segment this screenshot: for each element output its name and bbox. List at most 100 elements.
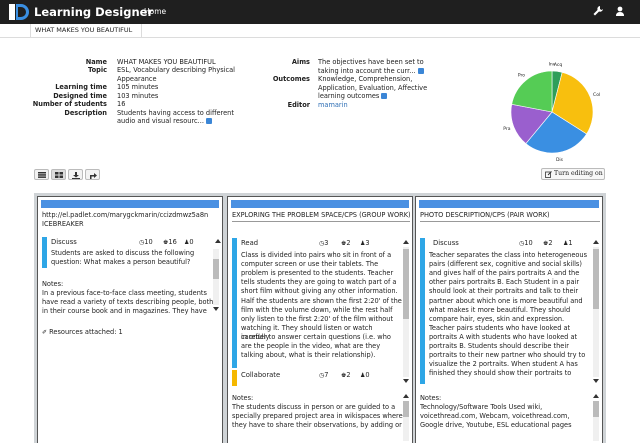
notes-line: have read a variety of texts describing … [42, 297, 214, 306]
activity-people: 1 [568, 239, 573, 247]
tab-divider [0, 37, 640, 38]
activity-text-line: Half the students are shown the first 2:… [241, 296, 402, 305]
column-1-scrollbar[interactable] [213, 249, 219, 305]
aims-value-1: The objectives have been set to [318, 58, 424, 66]
activity-card-discuss[interactable]: Discuss ◷10 ♚16 ♟0 Students are asked to… [42, 237, 221, 268]
aims-value-2: taking into account the curr... [318, 66, 416, 75]
column-3-color-bar [419, 200, 599, 208]
scroll-up-icon[interactable] [215, 239, 221, 243]
notes-scrollbar[interactable] [403, 401, 409, 441]
scroll-down-icon[interactable] [593, 379, 599, 383]
tab-design[interactable]: WHAT MAKES YOU BEAUTIFUL [30, 24, 142, 38]
column-3-scrollbar[interactable] [593, 247, 599, 377]
pie-chart-svg: AcqColDisPraProInv [503, 62, 600, 163]
activity-text-line: question: What makes a person beautiful? [51, 258, 191, 266]
notes-line: they have to share their observations, b… [232, 421, 402, 430]
nav-home-link[interactable]: Home [144, 7, 166, 16]
notes-scrollbar[interactable] [593, 401, 599, 441]
scroll-up-icon[interactable] [593, 240, 599, 244]
title-divider [232, 221, 410, 222]
activity-name: Discuss [433, 239, 459, 247]
activity-time: 10 [524, 239, 533, 247]
notes-line: Google drive, Youtube, ESL educational p… [420, 421, 572, 430]
activity-group-size: 2 [346, 371, 351, 379]
pie-label-dis: Dis [556, 157, 564, 163]
expand-outcomes-icon[interactable] [381, 93, 388, 99]
column-1-title-1[interactable]: http://el.padlet.com/marygckmarin/ccizdm… [42, 211, 208, 220]
notes-scroll-up-icon[interactable] [593, 394, 599, 398]
activity-text-line: short film without giving any other info… [241, 287, 398, 296]
tla-column-1: http://el.padlet.com/marygckmarin/ccizdm… [37, 196, 223, 443]
activity-time: 10 [144, 238, 153, 246]
activity-name: Collaborate [241, 371, 281, 379]
column-3-title[interactable]: PHOTO DESCRIPTION/CPS (PAIR WORK) [420, 211, 550, 220]
expand-aims-icon[interactable] [417, 67, 424, 74]
learning-time-label: Learning time [55, 83, 107, 91]
column-2-color-bar [231, 200, 409, 208]
share-button[interactable] [85, 169, 100, 180]
name-label: Name [85, 58, 107, 66]
resources-row[interactable]: ✐ Resources attached: 1 [42, 328, 123, 337]
paperclip-icon: ✐ [42, 329, 48, 336]
students-label: Number of students [32, 100, 107, 108]
activity-group-size: 2 [346, 239, 351, 247]
learning-designer-logo-icon[interactable] [8, 3, 30, 21]
activity-card-read[interactable]: Read ◷3 ♚2 ♟3 Class is divided into pair… [232, 238, 402, 368]
user-icon[interactable] [614, 5, 626, 17]
description-value-1: Students having access to different [117, 108, 234, 117]
share-icon [90, 173, 97, 179]
activity-group-size: 2 [548, 239, 553, 247]
column-2-title[interactable]: EXPLORING THE PROBLEM SPACE/CPS (GROUP W… [232, 211, 411, 220]
column-1-color-bar [41, 200, 219, 208]
editor-label: Editor [287, 100, 310, 109]
expand-description-icon[interactable] [205, 118, 212, 124]
notes-line: in their course book and in magazines. T… [42, 306, 207, 315]
activity-text-line: portraits A with students who have looke… [429, 332, 578, 341]
editor-link[interactable]: mamarin [318, 101, 348, 110]
activity-card-discuss[interactable]: Discuss ◷10 ♚2 ♟1 Teacher separates the … [420, 238, 592, 384]
activity-text-line: talking about, what is their relationshi… [241, 351, 376, 360]
designed-time-label: Designed time [53, 91, 107, 100]
list-icon [38, 172, 46, 178]
column-1-title-2[interactable]: ICEBREAKER [42, 220, 84, 229]
activity-people: 0 [189, 238, 194, 246]
activity-card-collaborate[interactable]: Collaborate ◷7 ♚2 ♟0 [232, 370, 402, 386]
notes-line: In a previous face-to-face class meeting… [42, 288, 207, 297]
notes-label: Notes: [232, 394, 254, 402]
turn-editing-button[interactable]: Turn editing on [541, 168, 605, 180]
scroll-down-icon[interactable] [403, 379, 409, 383]
tla-column-3: PHOTO DESCRIPTION/CPS (PAIR WORK) Discus… [415, 196, 603, 443]
activity-text-line: should look at their portraits and talk … [429, 287, 579, 296]
activity-text-line: visualize the 2 portraits. When student … [429, 360, 578, 369]
pie-label-pra: Pra [503, 126, 510, 132]
activity-time: 7 [324, 371, 329, 379]
resources-label: Resources attached: 1 [49, 328, 123, 336]
download-icon [72, 172, 80, 179]
activity-text-line: partner about which one is more beautifu… [429, 296, 583, 305]
activity-time: 3 [324, 239, 329, 247]
activity-text-line: Teacher pairs students who have looked a… [429, 323, 571, 332]
activity-text-line: Teacher separates the class into heterog… [429, 251, 588, 259]
notes-label: Notes: [42, 280, 64, 288]
learning-types-pie-chart: Acq Col Dis Pra Pro Inv [488, 56, 616, 168]
activity-text-line: Class is divided into pairs who sit in f… [241, 251, 392, 259]
list-view-button[interactable] [34, 169, 49, 180]
activity-people: 0 [365, 371, 370, 379]
scroll-down-icon[interactable] [213, 307, 219, 311]
pie-label-col: Col [593, 92, 600, 98]
scroll-up-icon[interactable] [403, 240, 409, 244]
topic-value-2: Appearance [117, 74, 157, 83]
notes-line: specially prepared project area in wikis… [232, 412, 403, 421]
notes-label: Notes: [420, 394, 442, 402]
app-title[interactable]: Learning Designer [34, 5, 153, 19]
download-button[interactable] [68, 169, 83, 180]
wrench-icon[interactable] [592, 5, 604, 17]
top-bar: Learning Designer Home [0, 0, 640, 24]
notes-line: Technology/Software Tools Used wiki, [420, 403, 543, 411]
board-view-button[interactable] [51, 169, 66, 180]
pie-label-inv: Inv [549, 62, 556, 68]
activity-text-line: other pairs portraits B. Each Student in… [429, 278, 580, 287]
notes-scroll-up-icon[interactable] [403, 394, 409, 398]
activity-text-line: compare hair, eyes, skin and expression. [429, 314, 565, 323]
column-2-scrollbar[interactable] [403, 247, 409, 377]
